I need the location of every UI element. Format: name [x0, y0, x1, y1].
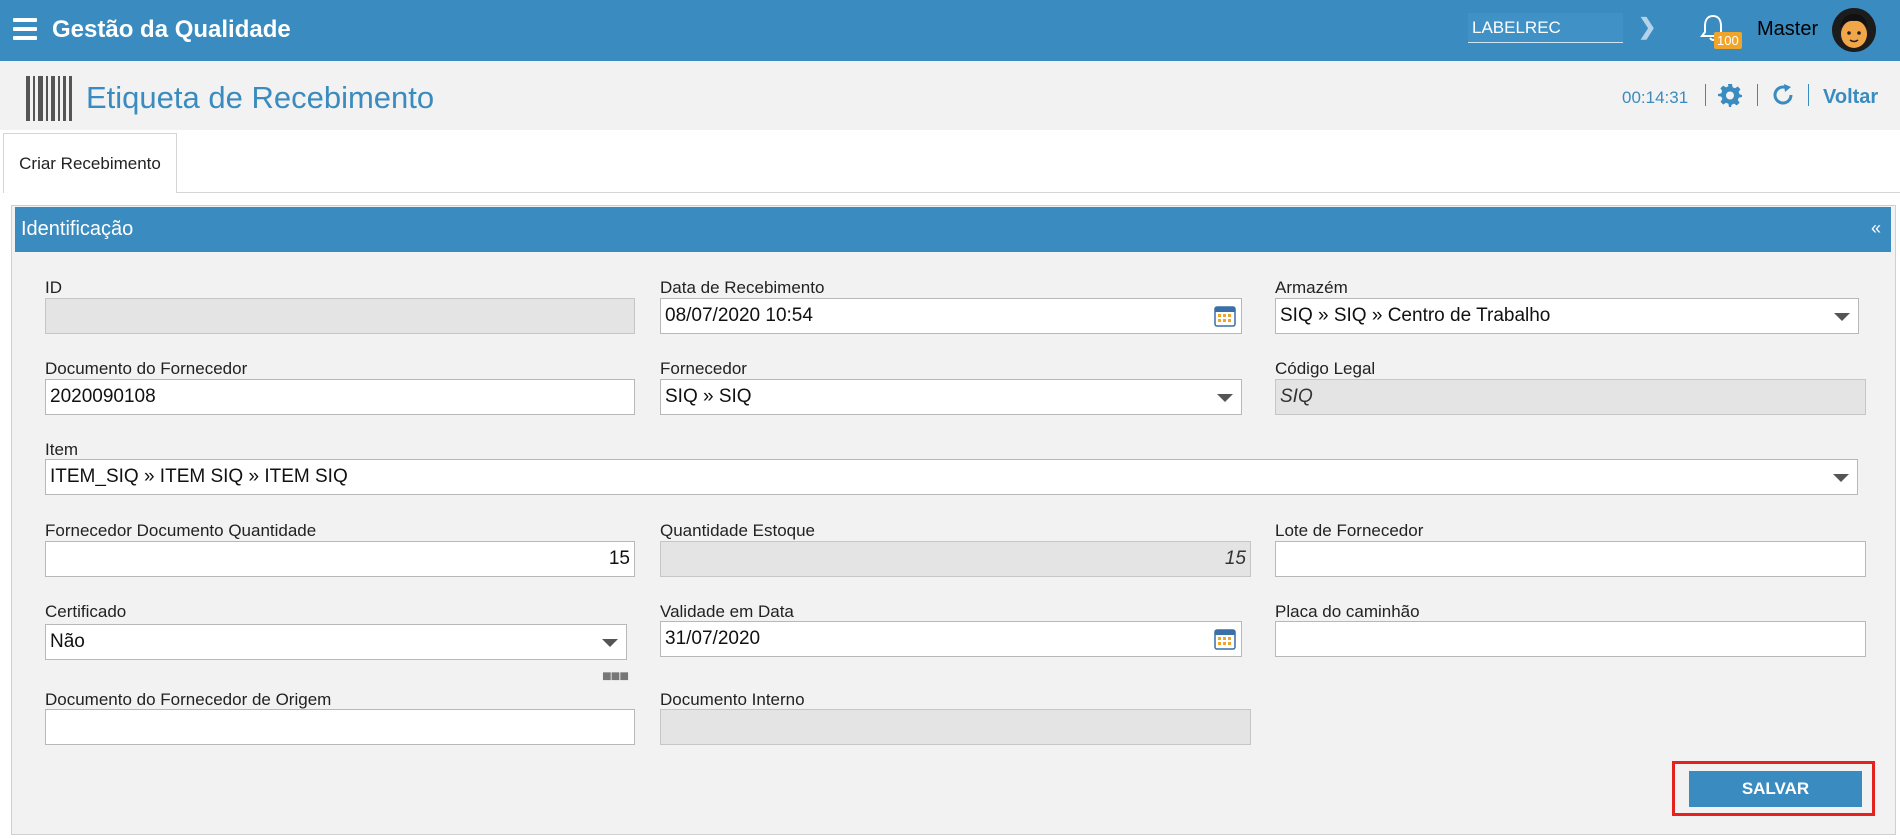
placa-caminhao-field[interactable] [1275, 621, 1866, 657]
barcode-icon [26, 76, 72, 121]
calendar-icon[interactable] [1214, 305, 1236, 327]
calendar-icon[interactable] [1214, 628, 1236, 650]
documento-fornecedor-field[interactable] [45, 379, 635, 415]
armazem-label: Armazém [1275, 278, 1348, 297]
fornecedor-value: SIQ » SIQ [665, 386, 752, 407]
quantidade-estoque-field [660, 541, 1251, 577]
fornecedor-doc-qtd-field[interactable] [45, 541, 635, 577]
session-timer: 00:14:31 [1622, 88, 1689, 107]
data-recebimento-field[interactable] [660, 298, 1242, 334]
placa-caminhao-label: Placa do caminhão [1275, 602, 1420, 621]
fornecedor-select[interactable]: SIQ » SIQ [660, 379, 1242, 415]
validade-data-field[interactable] [660, 621, 1242, 657]
caret-down-icon [1834, 313, 1850, 321]
gear-icon[interactable] [1718, 83, 1742, 107]
certificado-label: Certificado [45, 602, 127, 621]
user-name[interactable]: Master [1757, 18, 1818, 41]
item-value: ITEM_SIQ » ITEM SIQ » ITEM SIQ [50, 466, 348, 487]
refresh-icon[interactable] [1771, 83, 1795, 107]
codigo-legal-field [1275, 379, 1866, 415]
armazem-select[interactable]: SIQ » SIQ » Centro de Trabalho [1275, 298, 1859, 334]
caret-down-icon [1217, 394, 1233, 402]
fornecedor-label: Fornecedor [660, 359, 747, 378]
app-title: Gestão da Qualidade [52, 16, 291, 43]
collapse-icon[interactable]: « [1871, 218, 1881, 239]
notification-badge: 100 [1714, 32, 1742, 49]
divider [1757, 84, 1758, 106]
documento-interno-field [660, 709, 1251, 745]
id-label: ID [45, 278, 62, 297]
id-field [45, 298, 635, 334]
certificado-value: Não [50, 631, 85, 652]
certificado-select[interactable]: Não [45, 624, 627, 660]
page-title: Etiqueta de Recebimento [86, 80, 435, 115]
more-icon[interactable]: ■■■ [602, 668, 629, 686]
documento-fornecedor-label: Documento do Fornecedor [45, 359, 248, 378]
armazem-value: SIQ » SIQ » Centro de Trabalho [1280, 305, 1551, 326]
codigo-legal-label: Código Legal [1275, 359, 1376, 378]
menu-icon[interactable] [13, 18, 37, 40]
caret-down-icon [1833, 474, 1849, 482]
item-select[interactable]: ITEM_SIQ » ITEM SIQ » ITEM SIQ [45, 459, 1858, 495]
tab-criar-recebimento[interactable]: Criar Recebimento [3, 133, 177, 193]
documento-origem-field[interactable] [45, 709, 635, 745]
back-link[interactable]: Voltar [1823, 86, 1878, 109]
section-title: Identificação [21, 218, 134, 240]
avatar[interactable] [1832, 8, 1876, 52]
caret-down-icon [602, 639, 618, 647]
lote-fornecedor-label: Lote de Fornecedor [1275, 521, 1424, 540]
item-label: Item [45, 440, 79, 459]
save-button[interactable]: SALVAR [1689, 771, 1862, 807]
divider [1808, 84, 1809, 106]
documento-interno-label: Documento Interno [660, 690, 805, 709]
lote-fornecedor-field[interactable] [1275, 541, 1866, 577]
documento-origem-label: Documento do Fornecedor de Origem [45, 690, 332, 709]
validade-data-label: Validade em Data [660, 602, 794, 621]
section-header: Identificação « [15, 207, 1891, 252]
data-recebimento-label: Data de Recebimento [660, 278, 825, 297]
chevron-right-icon[interactable]: ❯ [1638, 14, 1656, 40]
screen-code-input[interactable] [1468, 13, 1623, 43]
quantidade-estoque-label: Quantidade Estoque [660, 521, 816, 540]
fornecedor-doc-qtd-label: Fornecedor Documento Quantidade [45, 521, 317, 540]
divider [1705, 84, 1706, 106]
